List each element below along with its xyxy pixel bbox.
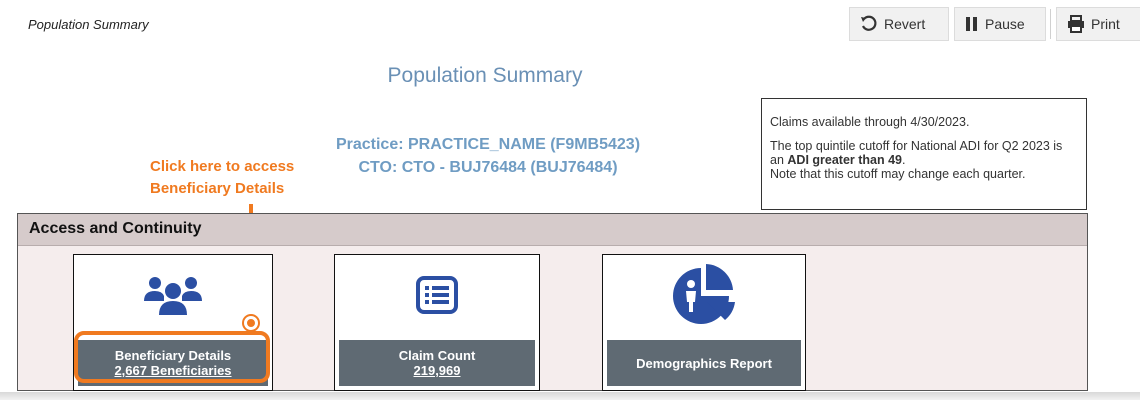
claim-count-link[interactable]: 219,969: [339, 363, 535, 378]
revert-icon: [860, 15, 878, 33]
callout-pointer-dot: [244, 316, 258, 330]
claim-count-caption[interactable]: Claim Count 219,969: [339, 340, 535, 386]
callout-line-2: Beneficiary Details: [150, 180, 285, 197]
toolbar-divider: [1050, 9, 1051, 39]
tile-title: Demographics Report: [636, 355, 772, 371]
claims-info-box: Claims available through 4/30/2023. The …: [761, 98, 1087, 210]
claims-available-text: Claims available through 4/30/2023.: [770, 115, 970, 129]
callout-text: Click here to access Beneficiary Details: [150, 156, 318, 200]
page-frame: Population Summary Revert Pause Print Po…: [0, 0, 1140, 400]
print-label: Print: [1091, 16, 1120, 32]
pause-icon: [965, 16, 979, 32]
breadcrumb: Population Summary: [28, 17, 149, 32]
page-title: Population Summary: [387, 64, 583, 87]
cutoff-change-text: Note that this cutoff may change each qu…: [770, 167, 1026, 181]
practice-name: Practice: PRACTICE_NAME (F9MB5423): [335, 136, 641, 153]
print-icon: [1067, 15, 1085, 33]
revert-button[interactable]: Revert: [849, 7, 949, 41]
pause-label: Pause: [985, 16, 1025, 32]
list-icon: [335, 263, 539, 327]
adi-cutoff-text: The top quintile cutoff for National ADI…: [770, 139, 1074, 167]
demographics-pie-icon: [603, 263, 805, 327]
revert-label: Revert: [884, 16, 926, 32]
demographics-report-caption[interactable]: Demographics Report: [607, 340, 801, 386]
demographics-report-tile[interactable]: Demographics Report: [602, 254, 806, 391]
tile-title: Claim Count: [398, 348, 476, 363]
adi-bold-value: ADI greater than 49: [787, 153, 903, 167]
section-header: Access and Continuity: [18, 214, 1087, 246]
callout-line-1: Click here to access: [150, 158, 295, 175]
bottom-shadow: [0, 392, 1140, 400]
users-icon: [74, 263, 272, 327]
adi-suffix: .: [902, 153, 906, 167]
claim-count-tile[interactable]: Claim Count 219,969: [334, 254, 540, 391]
print-button[interactable]: Print: [1056, 7, 1140, 41]
beneficiary-details-highlight: [74, 331, 270, 383]
cto-name: CTO: CTO - BUJ76484 (BUJ76484): [358, 159, 618, 176]
pause-button[interactable]: Pause: [954, 7, 1046, 41]
